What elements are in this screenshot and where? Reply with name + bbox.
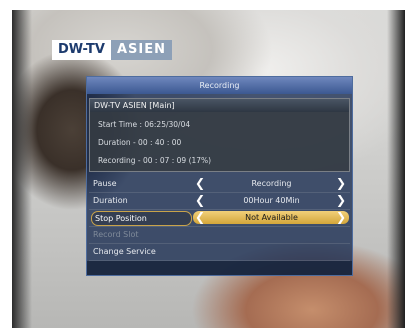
chevron-right-icon[interactable]: ❯ [336,210,346,225]
menu-item-label: Pause [93,179,117,188]
recording-info-panel: DW-TV ASIEN [Main] Start Time : 06:25/30… [89,98,350,172]
menu-item-value: 00Hour 40Min [243,196,300,205]
menu-item-stop-position[interactable]: Stop Position ❮ Not Available ❯ [89,210,350,227]
menu-item-pause[interactable]: Pause ❮ Recording ❯ [89,176,350,193]
menu-item-duration[interactable]: Duration ❮ 00Hour 40Min ❯ [89,193,350,210]
menu-item-label: Duration [93,196,128,205]
start-time: Start Time : 06:25/30/04 [98,120,191,129]
menu-item-value: Recording [251,179,292,188]
menu-item-label: Change Service [93,247,156,256]
channel-logo: DW-TV ASIEN [52,40,172,60]
channel-logo-right: ASIEN [110,40,172,60]
channel-name: DW-TV ASIEN [Main] [90,99,349,112]
recording-dialog: Recording DW-TV ASIEN [Main] Start Time … [86,76,353,276]
screen-edge-shadow [387,10,405,328]
recording-menu: Pause ❮ Recording ❯ Duration ❮ 00Hour 40… [89,176,350,261]
chevron-right-icon[interactable]: ❯ [336,193,346,208]
dialog-footer [87,261,352,275]
chevron-right-icon[interactable]: ❯ [336,176,346,191]
menu-item-label: Record Slot [93,230,139,239]
menu-item-value: Not Available [245,213,298,222]
menu-item-label: Stop Position [91,211,192,226]
menu-item-change-service[interactable]: Change Service [89,244,350,261]
channel-logo-left: DW-TV [52,40,111,60]
dialog-title: Recording [87,77,352,94]
chevron-left-icon[interactable]: ❮ [195,210,205,225]
menu-item-record-slot: Record Slot [89,227,350,244]
duration-info: Duration - 00 : 40 : 00 [98,138,182,147]
chevron-left-icon[interactable]: ❮ [195,176,205,191]
recording-progress: Recording - 00 : 07 : 09 (17%) [98,156,212,165]
chevron-left-icon[interactable]: ❮ [195,193,205,208]
screen-edge-shadow [12,10,32,328]
